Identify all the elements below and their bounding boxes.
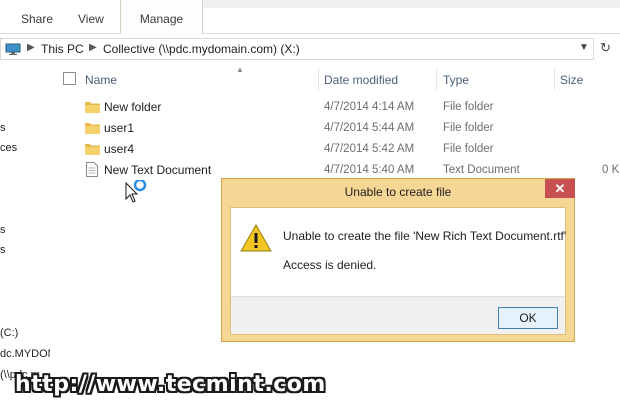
address-box[interactable]: ▶ This PC ▶ Collective (\\pdc.mydomain.c… [0, 38, 594, 60]
address-bar[interactable]: ▶ This PC ▶ Collective (\\pdc.mydomain.c… [0, 38, 620, 60]
file-row[interactable]: user1 4/7/2014 5:44 AM File folder [50, 119, 620, 139]
breadcrumb-this-pc[interactable]: This PC [41, 42, 84, 56]
breadcrumb-collective-drive[interactable]: Collective (\\pdc.mydomain.com) (X:) [103, 42, 300, 56]
file-row[interactable]: user4 4/7/2014 5:42 AM File folder [50, 140, 620, 160]
column-header-size[interactable]: Size [560, 73, 583, 87]
error-dialog: Unable to create file ✕ Unable to create… [221, 178, 575, 342]
nav-item-domain[interactable]: dc.MYDOM [0, 348, 50, 360]
close-button[interactable]: ✕ [545, 179, 575, 198]
ribbon-top-band [203, 0, 620, 8]
dialog-footer: OK [231, 296, 565, 334]
folder-icon [85, 102, 100, 113]
file-type: File folder [443, 143, 494, 155]
tab-manage[interactable]: Manage [120, 0, 203, 34]
column-header-date[interactable]: Date modified [324, 73, 398, 87]
breadcrumb-separator-icon: ▶ [27, 42, 35, 53]
file-type: File folder [443, 101, 494, 113]
ok-button[interactable]: OK [498, 307, 558, 329]
dialog-title: Unable to create file [344, 185, 452, 199]
watermark: http://www.tecmint.com [15, 372, 326, 397]
dialog-body: Unable to create the file 'New Rich Text… [230, 207, 566, 335]
nav-item[interactable]: s [0, 122, 6, 134]
nav-item[interactable]: ces [0, 142, 17, 154]
dialog-message: Unable to create the file 'New Rich Text… [283, 229, 567, 243]
file-size: 0 KI [602, 164, 620, 176]
select-all-checkbox[interactable] [63, 72, 76, 85]
breadcrumb-separator-icon: ▶ [89, 42, 97, 53]
file-name: user4 [104, 142, 135, 156]
file-row[interactable]: New folder 4/7/2014 4:14 AM File folder [50, 98, 620, 118]
column-divider[interactable] [318, 68, 319, 90]
ribbon: Share View Manage [0, 0, 620, 34]
file-type: File folder [443, 122, 494, 134]
column-header-name[interactable]: Name [85, 73, 117, 87]
nav-item-local-disk[interactable]: (C:) [0, 327, 18, 339]
busy-cursor-icon [125, 180, 147, 203]
file-name: user1 [104, 121, 135, 135]
warning-icon [240, 224, 272, 252]
file-date: 4/7/2014 5:42 AM [324, 143, 415, 155]
refresh-icon[interactable]: ↻ [600, 40, 611, 56]
column-header-type[interactable]: Type [443, 73, 469, 87]
folder-icon [85, 144, 100, 155]
tab-share[interactable]: Share [21, 12, 53, 26]
nav-item[interactable]: s [0, 224, 6, 236]
file-date: 4/7/2014 5:40 AM [324, 164, 415, 176]
column-header-row: ▲ Name Date modified Type Size [50, 65, 620, 92]
folder-icon [85, 123, 100, 134]
address-dropdown-icon[interactable]: ▼ [579, 42, 589, 53]
column-divider[interactable] [436, 68, 437, 90]
file-type: Text Document [443, 164, 520, 176]
nav-item[interactable]: s [0, 244, 6, 256]
tab-view[interactable]: View [78, 12, 104, 26]
file-date: 4/7/2014 5:44 AM [324, 122, 415, 134]
computer-icon [5, 43, 21, 55]
text-document-icon [86, 162, 98, 177]
file-name: New Text Document [104, 163, 212, 177]
sort-caret-icon: ▲ [236, 65, 244, 74]
file-date: 4/7/2014 4:14 AM [324, 101, 415, 113]
column-divider[interactable] [554, 68, 555, 90]
dialog-detail: Access is denied. [283, 258, 377, 272]
file-name: New folder [104, 100, 162, 114]
navigation-pane: s ces s s (C:) dc.MYDOM (\\pdc.m [0, 62, 50, 405]
